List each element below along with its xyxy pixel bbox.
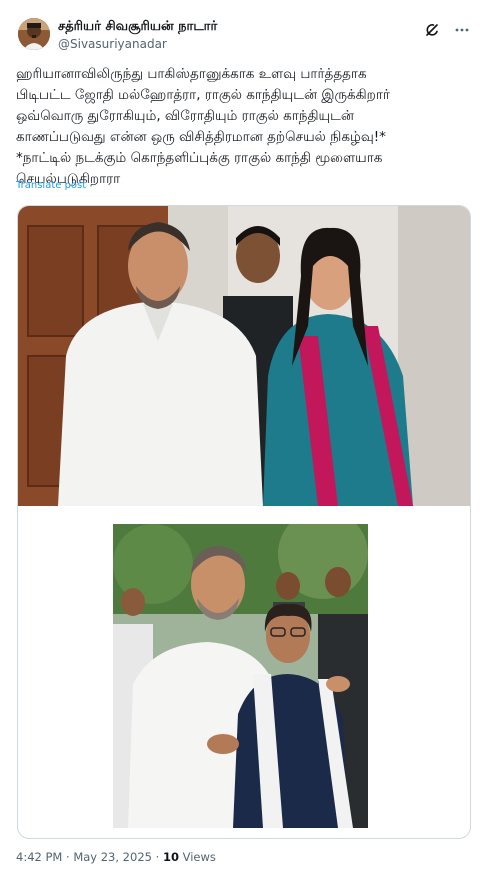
views-count: 10 — [162, 850, 179, 864]
profile-avatar-icon — [18, 18, 50, 50]
grok-icon[interactable] — [422, 20, 442, 40]
tweet-footer: 4:42 PM · May 23, 2025 · 10 Views — [16, 850, 216, 864]
author-avatar[interactable] — [18, 18, 50, 50]
footer-separator: · — [62, 850, 74, 864]
tweet-text-line: பிடிபட்ட ஜோதி மல்ஹோத்ரா, ராகுல் காந்தியு… — [16, 87, 390, 103]
photo-illustration — [18, 206, 470, 506]
photo-illustration — [113, 524, 368, 828]
footer-separator: · — [151, 850, 163, 864]
tweet-header: சத்ரியர் சிவசூரியன் நாடார் @Sivasuriyana… — [16, 14, 472, 58]
author-display-name[interactable]: சத்ரியர் சிவசூரியன் நாடார் — [58, 18, 217, 36]
tweet-text: ஹரியானாவிலிருந்து பாகிஸ்தானுக்காக உளவு ப… — [16, 64, 470, 190]
more-icon[interactable] — [452, 20, 472, 40]
tweet-date[interactable]: May 23, 2025 — [73, 850, 152, 864]
tweet-media[interactable] — [17, 205, 471, 839]
media-photo-bottom[interactable] — [113, 524, 368, 828]
header-actions — [422, 20, 472, 40]
author-names: சத்ரியர் சிவசூரியன் நாடார் @Sivasuriyana… — [58, 18, 217, 52]
author-handle[interactable]: @Sivasuriyanadar — [58, 36, 217, 52]
tweet-card: சத்ரியர் சிவசூரியன் நாடார் @Sivasuriyana… — [0, 0, 486, 872]
tweet-text-line: ஹரியானாவிலிருந்து பாகிஸ்தானுக்காக உளவு ப… — [16, 66, 367, 82]
translate-post-link[interactable]: Translate post — [16, 180, 86, 191]
tweet-time[interactable]: 4:42 PM — [16, 850, 62, 864]
tweet-text-line: *நாட்டில் நடக்கும் கொந்தளிப்புக்கு ராகுல… — [16, 150, 383, 166]
views-label: Views — [178, 850, 216, 864]
tweet-text-line: ஒவ்வொரு துரோகியும், விரோதியும் ராகுல் கா… — [16, 108, 354, 124]
tweet-text-line: காணப்படுவது என்ன ஒரு விசித்திரமான தற்செய… — [16, 129, 386, 145]
media-photo-top[interactable] — [18, 206, 470, 506]
